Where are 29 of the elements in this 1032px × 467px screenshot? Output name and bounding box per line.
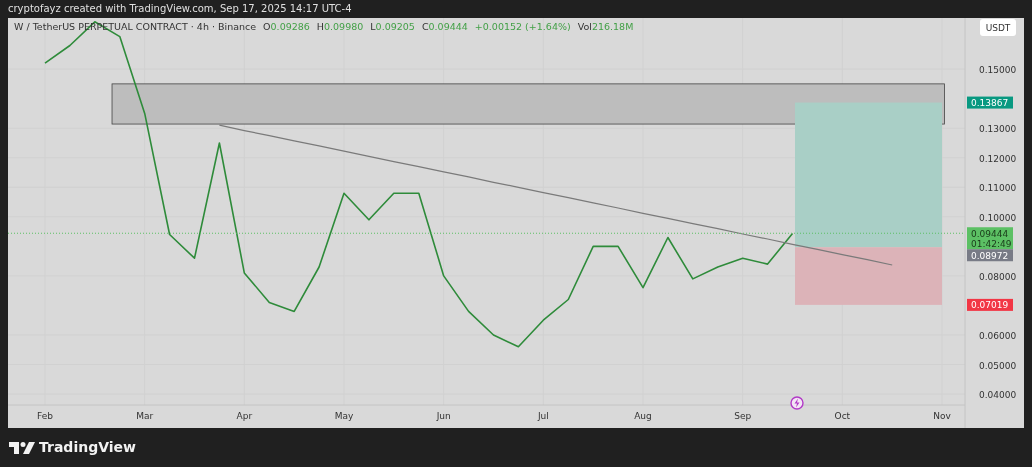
price-label: 0.06000 <box>979 331 1017 341</box>
price-tag: 0.08972 <box>967 249 1013 262</box>
date-label: May <box>334 411 354 421</box>
price-label: 0.13000 <box>979 124 1017 135</box>
date-label: Apr <box>236 411 253 421</box>
date-label: Sep <box>734 411 752 421</box>
price-tag: 0.09444 01:42:49 <box>967 227 1013 250</box>
date-label: Feb <box>37 411 53 421</box>
date-label: Jul <box>537 411 549 421</box>
date-label: Mar <box>136 411 154 421</box>
price-label: 0.08000 <box>979 271 1017 282</box>
date-label: Aug <box>634 411 652 421</box>
price-label: 0.10000 <box>979 212 1017 223</box>
ohlc-value: H0.09980 <box>316 21 364 32</box>
price-label: 0.05000 <box>979 360 1017 371</box>
date-label: Nov <box>933 411 951 421</box>
price-label: 0.15000 <box>979 65 1017 76</box>
price-change: +0.00152 (+1.64%) <box>474 21 571 32</box>
ohlc-value: L0.09205 <box>370 21 415 32</box>
ohlc-value: O0.09286 <box>263 21 310 32</box>
price-label: 0.04000 <box>979 390 1017 401</box>
ohlc-value: C0.09444 <box>421 21 468 32</box>
volume-value: Vol216.18M <box>577 21 634 32</box>
price-label: 0.12000 <box>979 153 1017 164</box>
chart-caption: cryptofayz created with TradingView.com, Sep 17, 2025 14:17 UTC-4 <box>7 2 353 16</box>
brand-name: TradingView <box>39 438 136 457</box>
date-label: Oct <box>834 411 851 421</box>
price-label: 0.11000 <box>979 183 1017 194</box>
date-label: Jun <box>436 411 451 421</box>
